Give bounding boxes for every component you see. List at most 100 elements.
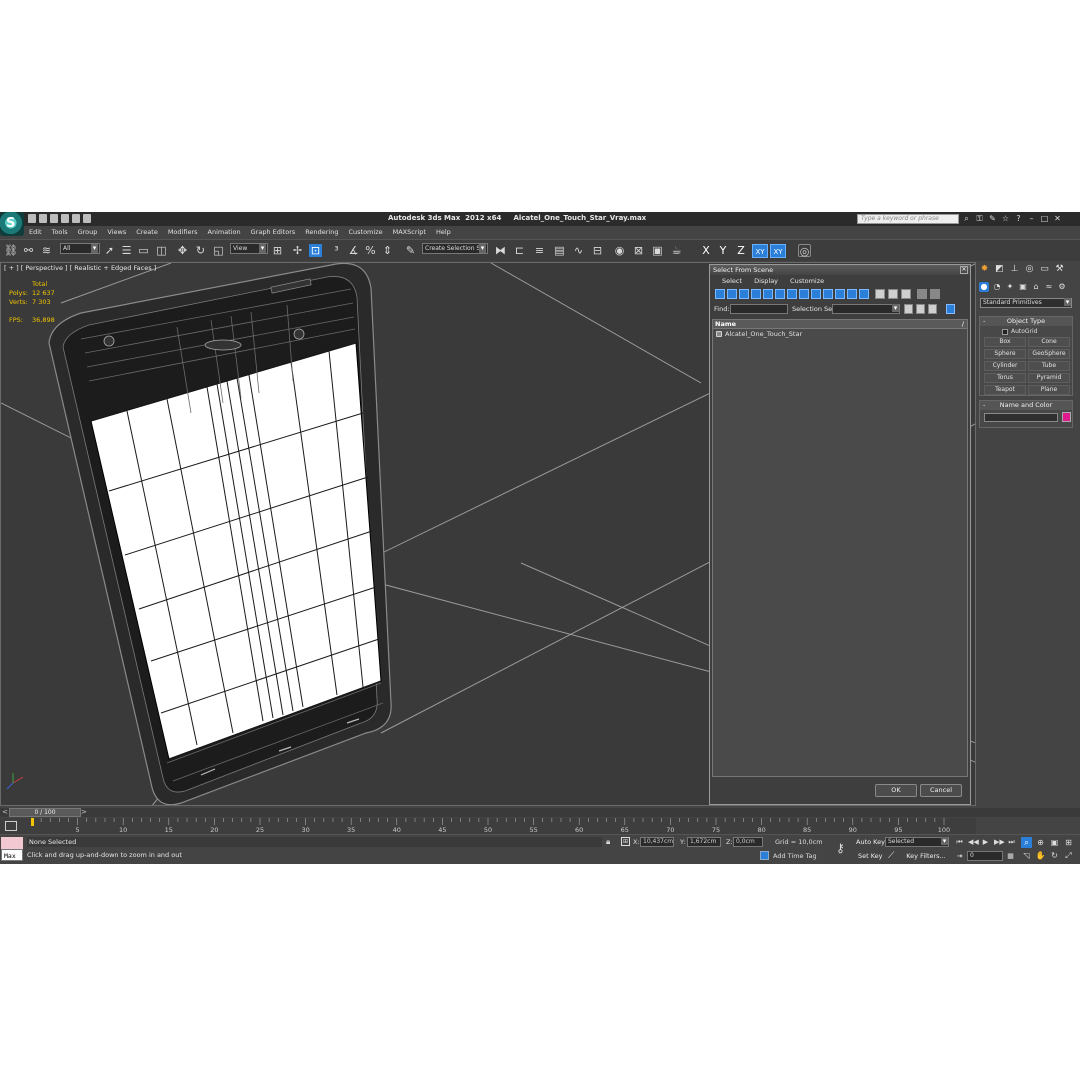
zoom-extents-icon[interactable]: ▣ bbox=[1049, 837, 1060, 848]
maximize-viewport-icon[interactable]: ⤢ bbox=[1063, 850, 1074, 861]
display-tab-icon[interactable]: ▭ bbox=[1039, 264, 1050, 275]
geosphere-button[interactable]: GeoSphere bbox=[1028, 349, 1070, 359]
dialog-menu-select[interactable]: Select bbox=[716, 275, 748, 287]
create-tab-icon[interactable]: ✸ bbox=[979, 264, 990, 275]
object-color-swatch[interactable] bbox=[1062, 412, 1071, 422]
material-editor-icon[interactable]: ◉ bbox=[613, 244, 626, 257]
display-spacewarps-icon[interactable] bbox=[775, 289, 785, 299]
plane-button[interactable]: Plane bbox=[1028, 385, 1070, 395]
key-mode-toggle-icon[interactable]: ⇥ bbox=[955, 852, 964, 861]
display-groups-icon[interactable] bbox=[787, 289, 797, 299]
new-file-icon[interactable] bbox=[28, 214, 36, 223]
zoom-icon[interactable]: ⌕ bbox=[1021, 837, 1032, 848]
menu-create[interactable]: Create bbox=[131, 227, 163, 237]
object-type-title[interactable]: Object Type bbox=[980, 317, 1072, 326]
mirror-icon[interactable]: ⧓ bbox=[494, 244, 507, 257]
ok-button[interactable]: OK bbox=[875, 784, 917, 797]
menu-rendering[interactable]: Rendering bbox=[300, 227, 343, 237]
viewport-label[interactable]: [ + ] [ Perspective ] [ Realistic + Edge… bbox=[4, 264, 156, 272]
previous-frame-icon[interactable]: ◀◀ bbox=[968, 838, 979, 847]
edit-named-selection-icon[interactable]: ✎ bbox=[404, 244, 417, 257]
select-by-name-icon[interactable]: ☰ bbox=[120, 244, 133, 257]
auto-key-button[interactable]: Auto Key bbox=[856, 838, 885, 846]
maximize-icon[interactable]: □ bbox=[1040, 214, 1049, 223]
render-production-icon[interactable]: ☕ bbox=[670, 244, 683, 257]
curve-editor-icon[interactable]: ∿ bbox=[572, 244, 585, 257]
subscription-icon[interactable]: ⚿ bbox=[975, 214, 984, 223]
tube-button[interactable]: Tube bbox=[1028, 361, 1070, 371]
cancel-button[interactable]: Cancel bbox=[920, 784, 962, 797]
create-selection-set-icon[interactable] bbox=[904, 304, 913, 314]
display-cameras-icon[interactable] bbox=[751, 289, 761, 299]
cameras-icon[interactable]: ▣ bbox=[1018, 282, 1028, 292]
go-to-start-icon[interactable]: ⏮ bbox=[955, 838, 964, 847]
search-icon[interactable]: ⌕ bbox=[962, 214, 971, 223]
set-key-icon[interactable]: ⚷ bbox=[836, 841, 845, 855]
list-column-header[interactable]: Name / bbox=[713, 320, 967, 329]
menu-animation[interactable]: Animation bbox=[203, 227, 246, 237]
primitive-category-dropdown[interactable]: Standard Primitives bbox=[980, 298, 1072, 308]
maxscript-mini-listener[interactable]: Max bbox=[1, 837, 23, 862]
align-icon[interactable]: ⊏ bbox=[513, 244, 526, 257]
systems-icon[interactable]: ⚙ bbox=[1057, 282, 1067, 292]
z-coord-field[interactable]: 0,0cm bbox=[733, 837, 763, 847]
bind-spacewarp-icon[interactable]: ≋ bbox=[40, 244, 53, 257]
key-mode-dropdown[interactable]: Selected bbox=[885, 837, 949, 847]
save-file-icon[interactable] bbox=[50, 214, 58, 223]
selection-set-dropdown[interactable] bbox=[832, 304, 900, 314]
spacewarps-icon[interactable]: ≈ bbox=[1044, 282, 1054, 292]
time-slider-next-icon[interactable]: > bbox=[81, 808, 87, 816]
menu-edit[interactable]: Edit bbox=[24, 227, 47, 237]
close-icon[interactable]: ✕ bbox=[1053, 214, 1062, 223]
field-of-view-icon[interactable]: ◹ bbox=[1021, 850, 1032, 861]
pyramid-button[interactable]: Pyramid bbox=[1028, 373, 1070, 383]
display-geometry-icon[interactable] bbox=[715, 289, 725, 299]
list-item[interactable]: Alcatel_One_Touch_Star bbox=[713, 329, 967, 339]
hierarchy-tab-icon[interactable]: ⊥ bbox=[1009, 264, 1020, 275]
autogrid-checkbox[interactable]: AutoGrid bbox=[1002, 328, 1038, 335]
select-none-icon[interactable] bbox=[888, 289, 898, 299]
pivot-center-icon[interactable]: ⊞ bbox=[271, 244, 284, 257]
selection-filter-dropdown[interactable]: All bbox=[60, 243, 100, 254]
axis-xy-cycle-button[interactable]: XY bbox=[770, 244, 786, 258]
frame-ruler[interactable]: 5 10 15 20 25 30 35 40 45 50 55 60 65 70 75 80 85 90 95 100 bbox=[30, 818, 950, 834]
rendered-frame-window-icon[interactable]: ▣ bbox=[651, 244, 664, 257]
utilities-tab-icon[interactable]: ⚒ bbox=[1054, 264, 1065, 275]
current-frame-input[interactable]: 0 bbox=[967, 851, 1003, 861]
display-all-icon[interactable] bbox=[859, 289, 869, 299]
torus-button[interactable]: Torus bbox=[984, 373, 1026, 383]
motion-tab-icon[interactable]: ◎ bbox=[1024, 264, 1035, 275]
menu-views[interactable]: Views bbox=[102, 227, 131, 237]
rectangular-selection-icon[interactable]: ▭ bbox=[137, 244, 150, 257]
menu-modifiers[interactable]: Modifiers bbox=[163, 227, 203, 237]
help-icon[interactable]: ? bbox=[1014, 214, 1023, 223]
menu-maxscript[interactable]: MAXScript bbox=[388, 227, 431, 237]
display-helpers-icon[interactable] bbox=[763, 289, 773, 299]
listener-output[interactable] bbox=[1, 837, 23, 849]
snaps-toggle-icon[interactable]: ³ bbox=[330, 244, 343, 257]
rotate-icon[interactable]: ↻ bbox=[194, 244, 207, 257]
display-frozen-icon[interactable] bbox=[835, 289, 845, 299]
zoom-extents-all-icon[interactable]: ⊞ bbox=[1063, 837, 1074, 848]
communication-icon[interactable]: ✎ bbox=[988, 214, 997, 223]
x-coord-field[interactable]: 10,437cm bbox=[640, 837, 674, 847]
object-name-input[interactable] bbox=[984, 413, 1058, 422]
display-hidden-icon[interactable] bbox=[847, 289, 857, 299]
time-configuration-icon[interactable]: ▦ bbox=[1006, 852, 1015, 861]
current-frame-marker[interactable] bbox=[31, 818, 34, 826]
box-button[interactable]: Box bbox=[984, 337, 1026, 347]
open-file-icon[interactable] bbox=[39, 214, 47, 223]
key-filter-icon[interactable]: ⟋ bbox=[888, 851, 894, 861]
cylinder-button[interactable]: Cylinder bbox=[984, 361, 1026, 371]
keyboard-shortcut-override-icon[interactable]: ⊡ bbox=[309, 244, 322, 257]
cone-button[interactable]: Cone bbox=[1028, 337, 1070, 347]
dialog-close-icon[interactable]: ✕ bbox=[960, 266, 968, 274]
reference-coordinate-dropdown[interactable]: View bbox=[230, 243, 268, 254]
schematic-view-icon[interactable]: ⊟ bbox=[591, 244, 604, 257]
graphite-ribbon-icon[interactable]: ▤ bbox=[553, 244, 566, 257]
axis-x-button[interactable]: X bbox=[698, 244, 714, 258]
absolute-mode-icon[interactable]: ⊞ bbox=[621, 837, 630, 846]
select-all-icon[interactable] bbox=[875, 289, 885, 299]
minimize-icon[interactable]: – bbox=[1027, 214, 1036, 223]
undo-icon[interactable] bbox=[61, 214, 69, 223]
